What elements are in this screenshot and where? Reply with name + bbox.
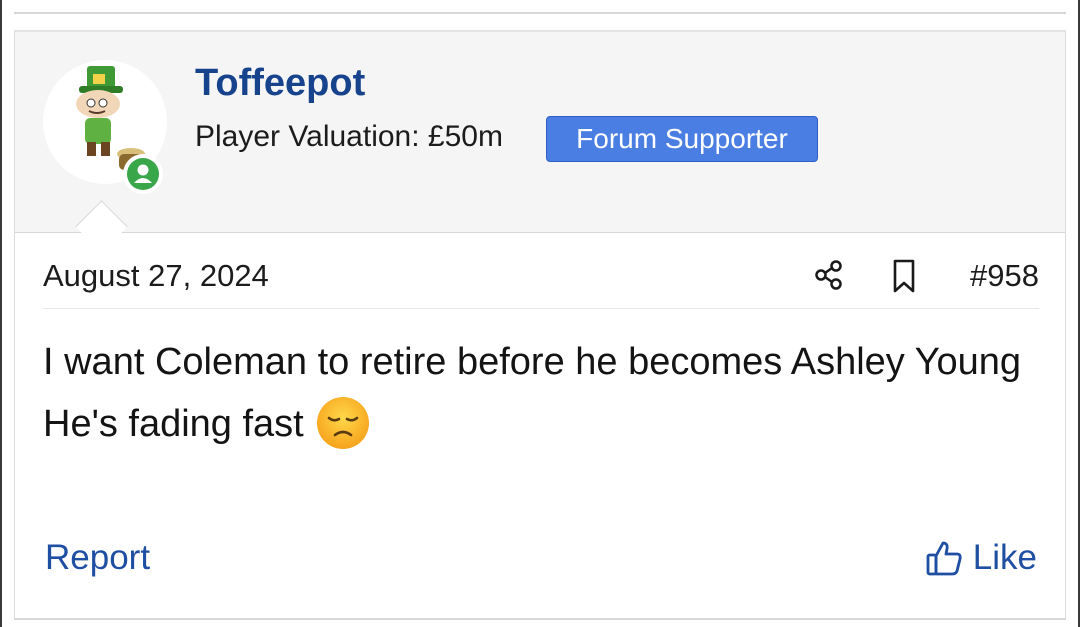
post-number-link[interactable]: #958	[970, 258, 1039, 294]
bookmark-icon[interactable]	[888, 258, 920, 294]
share-icon[interactable]	[813, 258, 845, 292]
pensive-face-icon	[316, 396, 370, 450]
online-status-indicator	[123, 154, 163, 194]
online-user-icon	[134, 164, 152, 183]
like-button[interactable]: Like	[925, 538, 1037, 578]
thumbs-up-icon	[926, 541, 962, 576]
report-link[interactable]: Report	[45, 538, 150, 578]
like-label: Like	[972, 538, 1037, 577]
post-date[interactable]: August 27, 2024	[43, 258, 269, 294]
message-text: He's fading fast	[43, 403, 304, 445]
post-message: I want Coleman to retire before he becom…	[43, 336, 1033, 450]
message-line: He's fading fast	[43, 396, 1033, 450]
window-frame-left	[0, 0, 2, 627]
post-header: Toffeepot Player Valuation: £50m Forum S…	[15, 32, 1065, 253]
username-link[interactable]: Toffeepot	[195, 62, 365, 105]
forum-supporter-badge: Forum Supporter	[546, 116, 818, 162]
post-meta-row: August 27, 2024 #958	[43, 254, 1039, 309]
previous-post-divider	[14, 12, 1066, 14]
message-line: I want Coleman to retire before he becom…	[43, 341, 1022, 383]
forum-post: Toffeepot Player Valuation: £50m Forum S…	[14, 30, 1066, 620]
header-pointer-arrow	[75, 200, 128, 253]
player-valuation: Player Valuation: £50m	[195, 120, 503, 153]
